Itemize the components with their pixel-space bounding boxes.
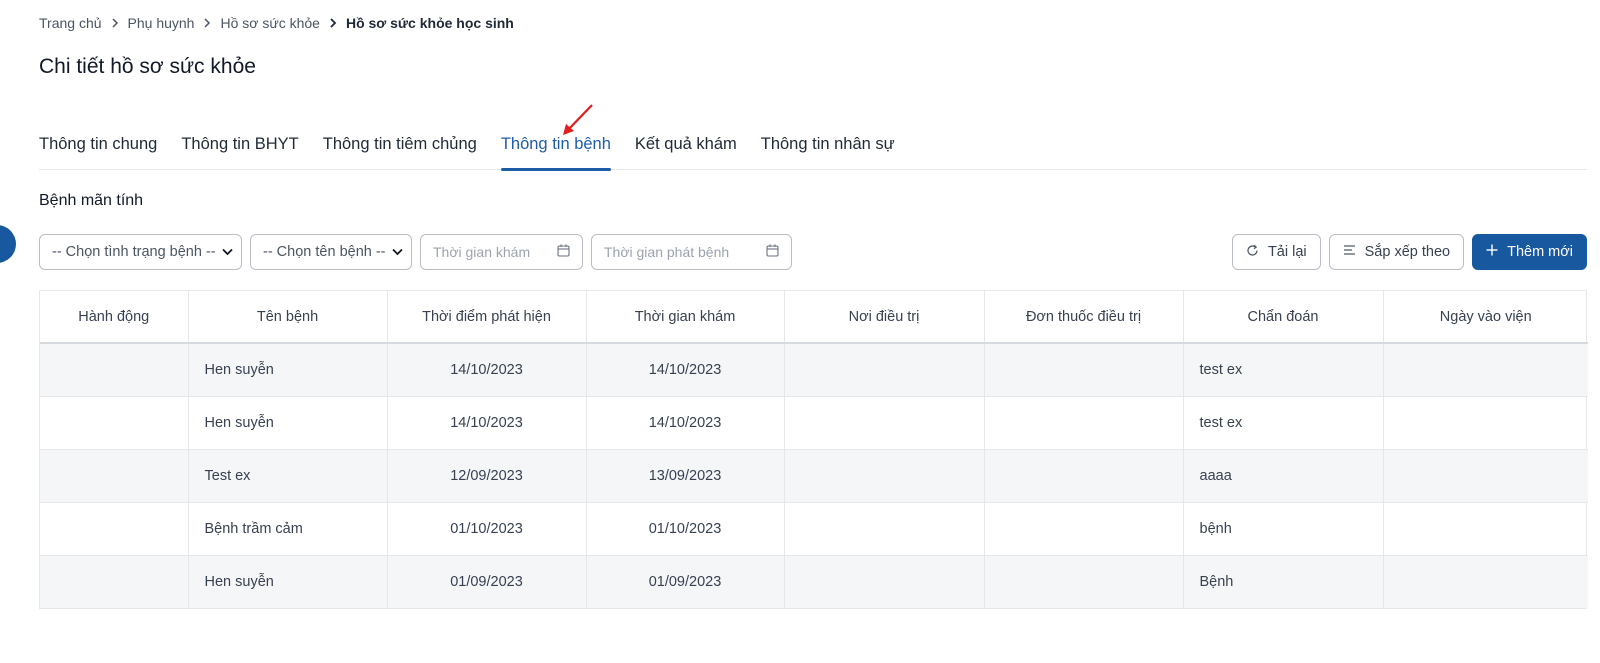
cell-actions [40,396,189,450]
column-header-admission-date[interactable]: Ngày vào viện [1383,291,1588,344]
cell-exam-time: 01/09/2023 [586,555,785,608]
disease-name-select-value: -- Chọn tên bệnh -- [263,244,386,260]
breadcrumb-parent[interactable]: Phụ huynh [128,15,195,31]
cell-disease-name: Hen suyễn [188,555,388,608]
chronic-disease-table: Hành động Tên bệnh Thời điểm phát hiện T… [39,290,1588,609]
sort-button[interactable]: Sắp xếp theo [1328,234,1465,270]
column-header-actions: Hành động [40,291,189,344]
toolbar-actions: Tải lại Sắp xếp theo Thêm mới [1231,234,1587,270]
cell-treatment-place [784,449,985,503]
chevron-down-icon [222,248,233,256]
cell-admission-date [1383,343,1588,397]
sort-lines-icon [1343,244,1356,260]
cell-diagnosis: aaaa [1183,449,1384,503]
table-row[interactable]: Hen suyễn 14/10/2023 14/10/2023 test ex [40,343,1588,397]
cell-actions [40,502,189,556]
cell-prescription [984,555,1184,608]
add-new-button-label: Thêm mới [1507,244,1573,260]
cell-disease-name: Bệnh trầm cảm [188,502,388,556]
chevron-right-icon [111,18,119,28]
cell-exam-time: 13/09/2023 [586,449,785,503]
cell-detection-time: 12/09/2023 [387,449,587,503]
cell-diagnosis: bệnh [1183,502,1384,556]
disease-name-select[interactable]: -- Chọn tên bệnh -- [250,234,412,270]
exam-time-placeholder: Thời gian khám [433,244,531,260]
cell-diagnosis: test ex [1183,396,1384,450]
cell-prescription [984,396,1184,450]
cell-diagnosis: test ex [1183,343,1384,397]
cell-exam-time: 14/10/2023 [586,343,785,397]
section-title: Bệnh mãn tính [39,192,144,209]
cell-disease-name: Test ex [188,449,388,503]
chevron-down-icon [392,248,403,256]
cell-diagnosis: Bệnh [1183,555,1384,608]
column-header-treatment-place[interactable]: Nơi điều trị [784,291,985,344]
calendar-icon [766,244,779,260]
breadcrumb: Trang chủ Phụ huynh Hồ sơ sức khỏe Hồ sơ… [39,15,514,31]
table-row[interactable]: Bệnh trầm cảm 01/10/2023 01/10/2023 bệnh [40,502,1588,556]
onset-time-input[interactable]: Thời gian phát bệnh [591,234,792,270]
breadcrumb-health-records[interactable]: Hồ sơ sức khỏe [220,15,319,31]
calendar-icon [557,244,570,260]
column-header-detection-time[interactable]: Thời điểm phát hiện [387,291,587,344]
cell-treatment-place [784,396,985,450]
tab-exam-results[interactable]: Kết quả khám [635,126,737,170]
tab-personnel-info[interactable]: Thông tin nhân sự [761,126,895,170]
cell-prescription [984,449,1184,503]
cell-prescription [984,502,1184,556]
cell-prescription [984,343,1184,397]
table-row[interactable]: Test ex 12/09/2023 13/09/2023 aaaa [40,449,1588,503]
cell-admission-date [1383,449,1588,503]
cell-admission-date [1383,555,1588,608]
filter-bar: -- Chọn tình trạng bệnh -- -- Chọn tên b… [39,234,792,270]
cell-treatment-place [784,343,985,397]
disease-status-select-value: -- Chọn tình trạng bệnh -- [52,244,216,260]
cell-detection-time: 01/10/2023 [387,502,587,556]
column-header-disease-name[interactable]: Tên bệnh [188,291,388,344]
plus-icon [1486,244,1498,260]
cell-admission-date [1383,502,1588,556]
cell-exam-time: 01/10/2023 [586,502,785,556]
page-title: Chi tiết hồ sơ sức khỏe [39,55,256,78]
add-new-button[interactable]: Thêm mới [1472,234,1587,270]
reload-button[interactable]: Tải lại [1231,234,1321,270]
onset-time-placeholder: Thời gian phát bệnh [604,244,730,260]
cell-actions [40,555,189,608]
breadcrumb-current: Hồ sơ sức khỏe học sinh [345,15,514,31]
cell-disease-name: Hen suyễn [188,343,388,397]
cell-disease-name: Hen suyễn [188,396,388,450]
exam-time-input[interactable]: Thời gian khám [420,234,583,270]
cell-detection-time: 01/09/2023 [387,555,587,608]
tab-general-info[interactable]: Thông tin chung [39,126,157,170]
breadcrumb-home[interactable]: Trang chủ [39,15,102,31]
floating-action-handle[interactable] [0,225,16,263]
table-row[interactable]: Hen suyễn 14/10/2023 14/10/2023 test ex [40,396,1588,450]
cell-actions [40,343,189,397]
tab-health-insurance[interactable]: Thông tin BHYT [181,126,298,170]
cell-admission-date [1383,396,1588,450]
column-header-prescription[interactable]: Đơn thuốc điều trị [984,291,1184,344]
refresh-icon [1246,244,1259,261]
table-row[interactable]: Hen suyễn 01/09/2023 01/09/2023 Bệnh [40,555,1588,608]
reload-button-label: Tải lại [1267,244,1307,260]
chevron-right-icon [203,18,211,28]
tab-bar: Thông tin chung Thông tin BHYT Thông tin… [39,126,1587,171]
annotation-arrow-icon [563,104,593,135]
disease-status-select[interactable]: -- Chọn tình trạng bệnh -- [39,234,242,270]
cell-exam-time: 14/10/2023 [586,396,785,450]
column-header-diagnosis[interactable]: Chẩn đoán [1183,291,1384,344]
cell-treatment-place [784,502,985,556]
table-header-row: Hành động Tên bệnh Thời điểm phát hiện T… [40,291,1588,344]
cell-detection-time: 14/10/2023 [387,396,587,450]
chevron-right-icon [329,18,337,28]
sort-button-label: Sắp xếp theo [1364,244,1451,260]
cell-detection-time: 14/10/2023 [387,343,587,397]
cell-actions [40,449,189,503]
column-header-exam-time[interactable]: Thời gian khám [586,291,785,344]
cell-treatment-place [784,555,985,608]
tab-vaccination[interactable]: Thông tin tiêm chủng [323,126,477,170]
